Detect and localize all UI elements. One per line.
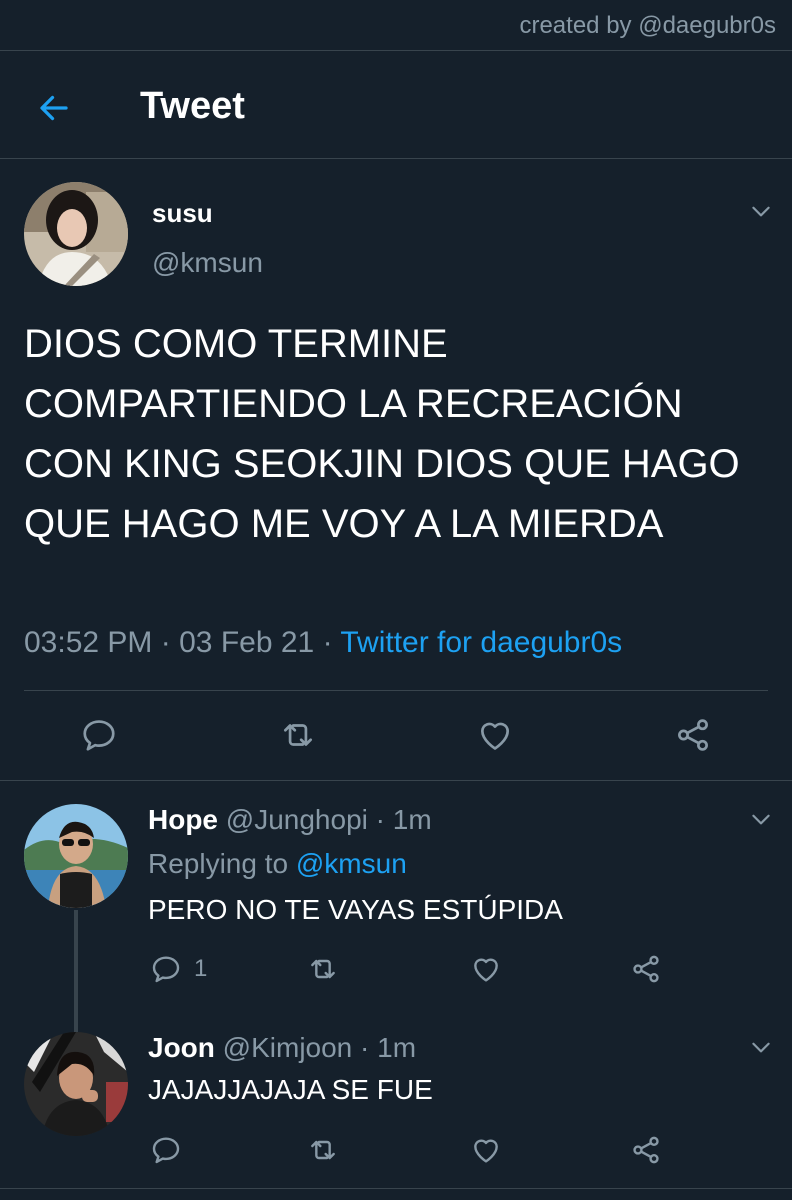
- reply-button[interactable]: 1: [150, 953, 207, 985]
- reply-options-button[interactable]: [748, 1034, 774, 1060]
- share-button[interactable]: [630, 1134, 662, 1166]
- reply-options-button[interactable]: [748, 806, 774, 832]
- retweet-icon: [283, 724, 313, 746]
- tweet-page: created by @daegubr0s Tweet susu @kmsun …: [0, 0, 792, 1200]
- author-name[interactable]: susu: [152, 198, 213, 229]
- reply-author-handle[interactable]: @Junghopi: [226, 804, 368, 835]
- reply-author-name[interactable]: Joon: [148, 1032, 215, 1063]
- reply-header: Hope @Junghopi · 1m: [148, 804, 432, 836]
- share-button[interactable]: [630, 953, 662, 985]
- divider: [0, 780, 792, 781]
- retweet-icon: [311, 1140, 335, 1160]
- avatar-susu[interactable]: [24, 182, 128, 286]
- reply-text: PERO NO TE VAYAS ESTÚPIDA: [148, 894, 563, 925]
- retweet-button[interactable]: [278, 716, 318, 754]
- arrow-left-icon: [40, 95, 68, 121]
- heart-icon: [474, 958, 498, 982]
- share-icon: [633, 955, 659, 983]
- author-handle[interactable]: @kmsun: [152, 247, 263, 279]
- watermark: created by @daegubr0s: [519, 12, 776, 39]
- replying-to: Replying to @kmsun: [148, 848, 407, 880]
- like-button[interactable]: [470, 953, 502, 985]
- reply-icon: [152, 956, 180, 983]
- heart-icon: [474, 1139, 498, 1163]
- tweet-meta: 03:52 PM · 03 Feb 21 · Twitter for daegu…: [24, 626, 622, 660]
- reply-button[interactable]: [80, 716, 118, 754]
- reply-time: 1m: [377, 1032, 417, 1063]
- tweet-source-link[interactable]: Twitter for daegubr0s: [340, 626, 622, 659]
- page-title: Tweet: [140, 85, 245, 127]
- divider: [0, 1188, 792, 1189]
- reply-icon: [83, 720, 115, 751]
- chevron-down-icon: [752, 206, 770, 217]
- chevron-down-icon: [752, 1042, 770, 1053]
- meta-separator: ·: [322, 626, 333, 659]
- reply-author-handle[interactable]: @Kimjoon: [223, 1032, 353, 1063]
- replying-mention-link[interactable]: @kmsun: [296, 848, 407, 879]
- meta-separator: ·: [360, 1032, 370, 1063]
- chevron-down-icon: [752, 814, 770, 825]
- heart-icon: [480, 722, 510, 750]
- back-button[interactable]: [34, 88, 74, 128]
- share-icon: [678, 719, 708, 751]
- thread-connector: [74, 910, 78, 1032]
- tweet-date: 03 Feb 21: [179, 626, 315, 659]
- divider: [0, 158, 792, 159]
- tweet-options-button[interactable]: [748, 198, 774, 224]
- reply-header: Joon @Kimjoon · 1m: [148, 1032, 416, 1064]
- divider: [24, 690, 768, 691]
- reply-count: 1: [194, 955, 208, 982]
- retweet-button[interactable]: [306, 953, 340, 985]
- replying-label: Replying to: [148, 848, 289, 879]
- retweet-button[interactable]: [306, 1134, 340, 1166]
- reply-time: 1m: [392, 804, 432, 835]
- reply-author-name[interactable]: Hope: [148, 804, 218, 835]
- meta-separator: ·: [160, 626, 171, 659]
- retweet-icon: [311, 959, 335, 979]
- share-icon: [633, 1136, 659, 1164]
- tweet-time: 03:52 PM: [24, 626, 153, 659]
- like-button[interactable]: [476, 716, 514, 754]
- reply-button[interactable]: [150, 1134, 182, 1166]
- reply-text: JAJAJJAJAJA SE FUE: [148, 1074, 433, 1105]
- like-button[interactable]: [470, 1134, 502, 1166]
- divider: [0, 50, 792, 51]
- share-button[interactable]: [674, 716, 712, 754]
- reply-icon: [152, 1137, 180, 1164]
- tweet-text: DIOS COMO TERMINE COMPARTIENDO LA RECREA…: [24, 322, 740, 546]
- avatar-joon[interactable]: [24, 1032, 128, 1136]
- avatar-hope[interactable]: [24, 804, 128, 908]
- meta-separator: ·: [375, 804, 385, 835]
